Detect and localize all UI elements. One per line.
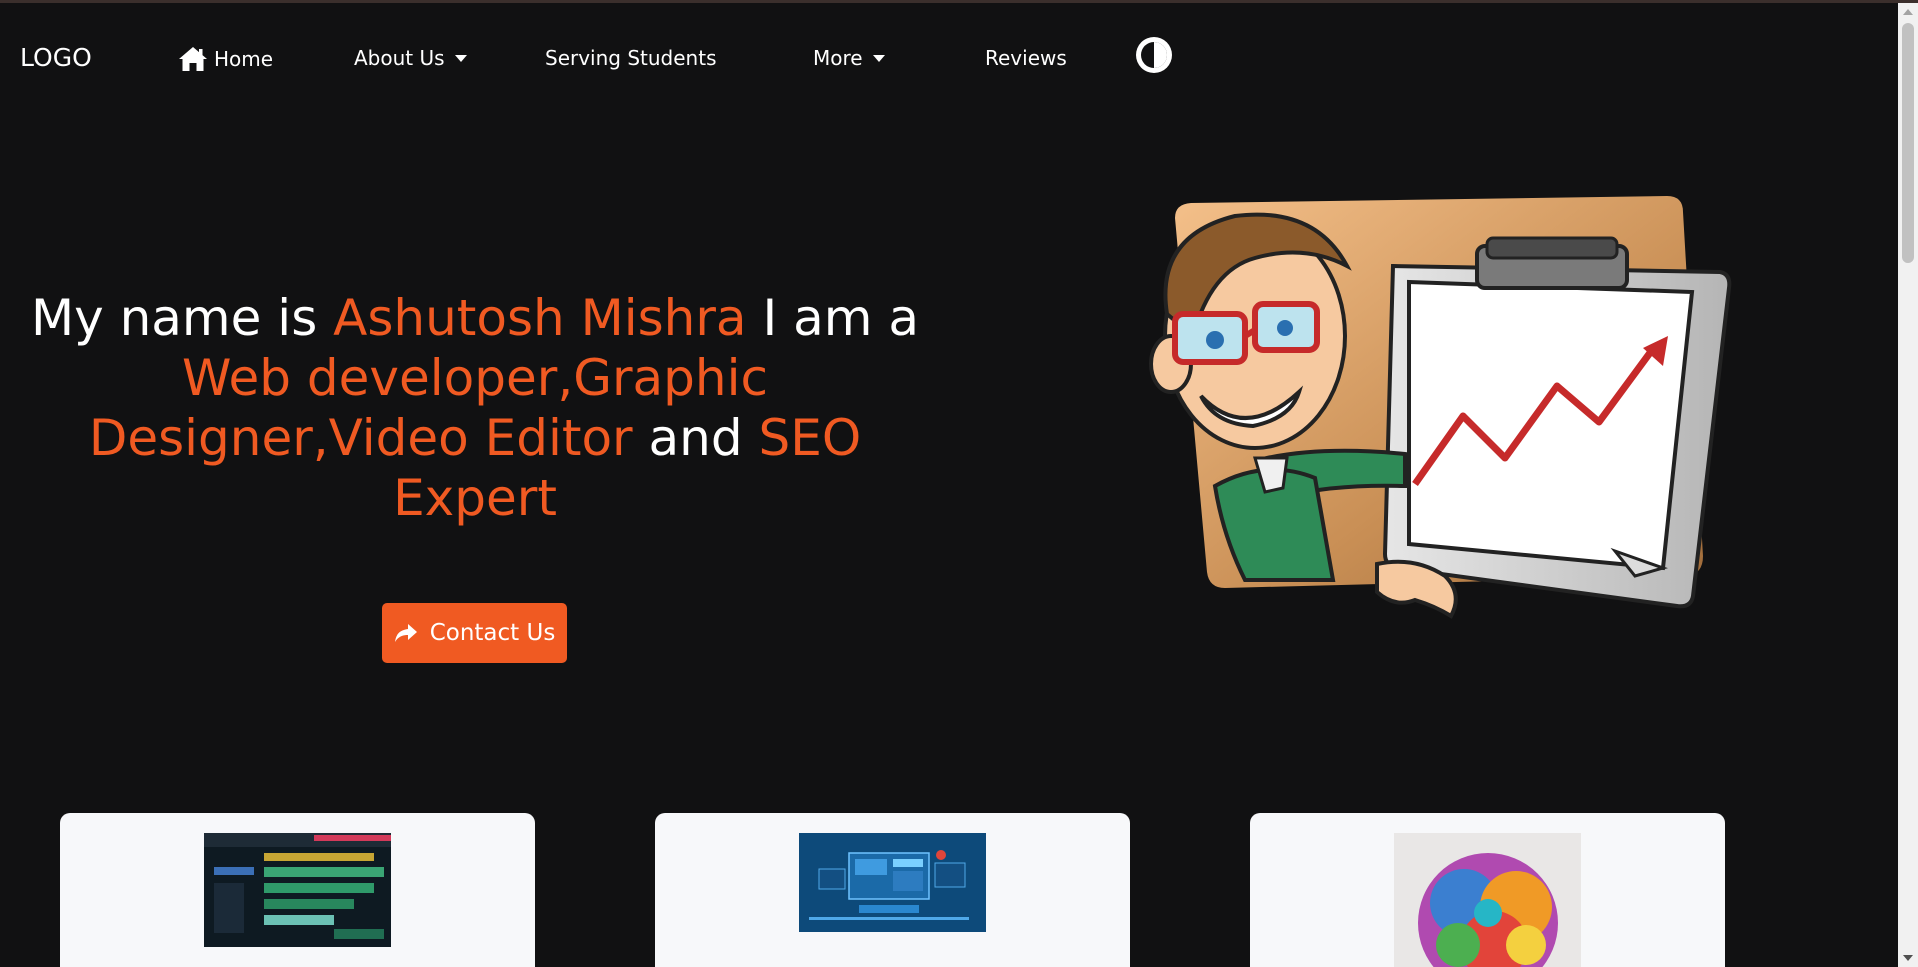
hero-name: Ashutosh Mishra: [333, 289, 747, 347]
caret-down-icon: [454, 54, 467, 62]
contrast-icon[interactable]: [1135, 36, 1173, 74]
hero-text-part: I am a: [746, 289, 919, 347]
web-development-screens-image: [799, 833, 986, 932]
nav-item-reviews[interactable]: Reviews: [985, 46, 1067, 70]
caret-down-icon: [872, 54, 885, 62]
scroll-down-arrow-icon[interactable]: [1903, 955, 1913, 961]
nav-item-label: Home: [214, 47, 274, 71]
logo: LOGO: [20, 43, 92, 72]
colorful-brain-art-image: [1394, 833, 1581, 967]
scrollbar-thumb[interactable]: [1902, 23, 1914, 263]
service-card: [60, 813, 535, 967]
share-icon: [394, 624, 417, 642]
nav-item-home[interactable]: Home: [178, 46, 273, 72]
scroll-up-arrow-icon[interactable]: [1903, 9, 1913, 15]
contact-us-button[interactable]: Contact Us: [382, 603, 567, 663]
page: LOGO Home About Us Serving Students More…: [0, 0, 1918, 967]
nav-item-label: About Us: [354, 46, 445, 70]
presenter-illustration: [1149, 196, 1732, 619]
hero-text-part: My name is: [30, 289, 334, 347]
nav-item-label: More: [813, 46, 863, 70]
contact-us-label: Contact Us: [429, 620, 556, 646]
navbar: LOGO Home About Us Serving Students More…: [0, 3, 1898, 113]
video-editing-timeline-image: [204, 833, 391, 947]
hero-heading: My name is Ashutosh Mishra I am a Web de…: [20, 288, 930, 528]
service-card: [655, 813, 1130, 967]
nav-item-label: Reviews: [985, 46, 1067, 70]
nav-item-about-us[interactable]: About Us: [354, 46, 467, 70]
home-icon: [179, 47, 207, 71]
page-scrollbar[interactable]: [1898, 3, 1918, 967]
hero-text-part: and: [632, 409, 759, 467]
service-card: [1250, 813, 1725, 967]
nav-item-serving-students[interactable]: Serving Students: [545, 46, 717, 70]
nav-item-label: Serving Students: [545, 46, 717, 70]
nav-item-more[interactable]: More: [813, 46, 885, 70]
